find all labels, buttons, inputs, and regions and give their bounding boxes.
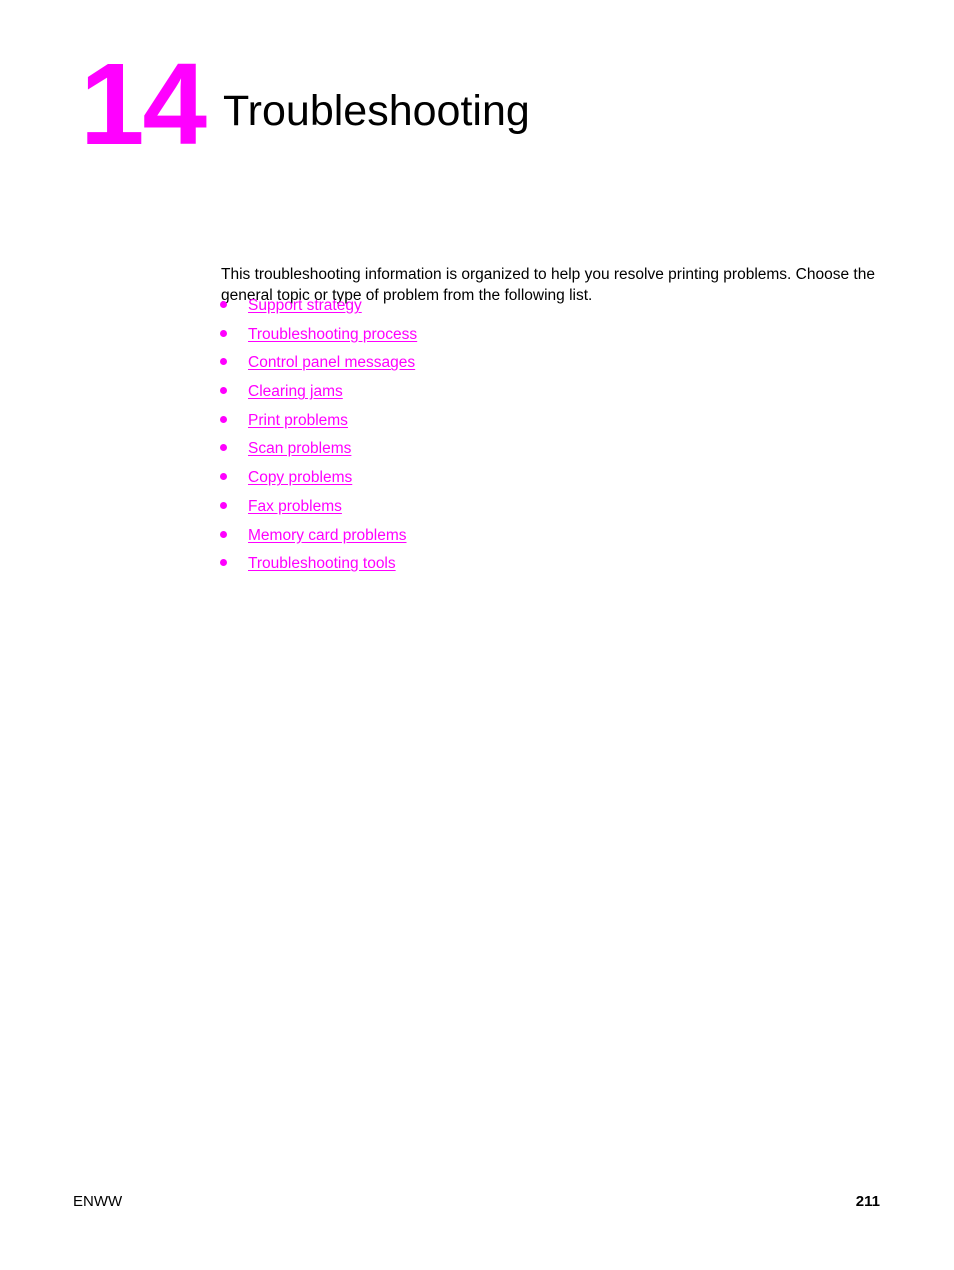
bullet-icon: [220, 358, 227, 366]
page-title: Troubleshooting: [223, 86, 530, 135]
link-fax-problems[interactable]: Fax problems: [248, 497, 342, 516]
list-item: Memory card problems: [219, 526, 879, 555]
bullet-icon: [220, 329, 227, 337]
list-item: Scan problems: [219, 439, 879, 468]
link-support-strategy[interactable]: Support strategy: [248, 296, 362, 315]
topic-link-list: Support strategy Troubleshooting process…: [219, 296, 879, 583]
chapter-heading: 14 Troubleshooting: [0, 46, 954, 166]
link-troubleshooting-process[interactable]: Troubleshooting process: [248, 325, 417, 344]
link-clearing-jams[interactable]: Clearing jams: [248, 382, 343, 401]
list-item: Troubleshooting process: [219, 325, 879, 354]
list-item: Fax problems: [219, 497, 879, 526]
link-scan-problems[interactable]: Scan problems: [248, 439, 351, 458]
bullet-icon: [220, 559, 227, 567]
link-control-panel-messages[interactable]: Control panel messages: [248, 353, 415, 372]
chapter-number: 14: [80, 39, 207, 169]
bullet-icon: [220, 530, 227, 538]
document-page: 14 Troubleshooting This troubleshooting …: [0, 0, 954, 1270]
bullet-icon: [220, 444, 227, 452]
link-troubleshooting-tools[interactable]: Troubleshooting tools: [248, 554, 396, 573]
list-item: Clearing jams: [219, 382, 879, 411]
footer-page-number: 211: [855, 1193, 880, 1210]
bullet-icon: [220, 301, 227, 308]
bullet-icon: [220, 473, 227, 481]
bullet-icon: [220, 387, 227, 395]
list-item: Control panel messages: [219, 353, 879, 382]
link-print-problems[interactable]: Print problems: [248, 411, 348, 430]
link-copy-problems[interactable]: Copy problems: [248, 468, 352, 487]
bullet-icon: [220, 415, 227, 423]
list-item: Print problems: [219, 411, 879, 440]
bullet-icon: [220, 501, 227, 509]
page-footer: ENWW 211: [73, 1192, 880, 1214]
link-memory-card-problems[interactable]: Memory card problems: [248, 526, 407, 545]
footer-locale: ENWW: [73, 1193, 123, 1210]
list-item: Support strategy: [219, 296, 879, 325]
list-item: Troubleshooting tools: [219, 554, 879, 583]
list-item: Copy problems: [219, 468, 879, 497]
